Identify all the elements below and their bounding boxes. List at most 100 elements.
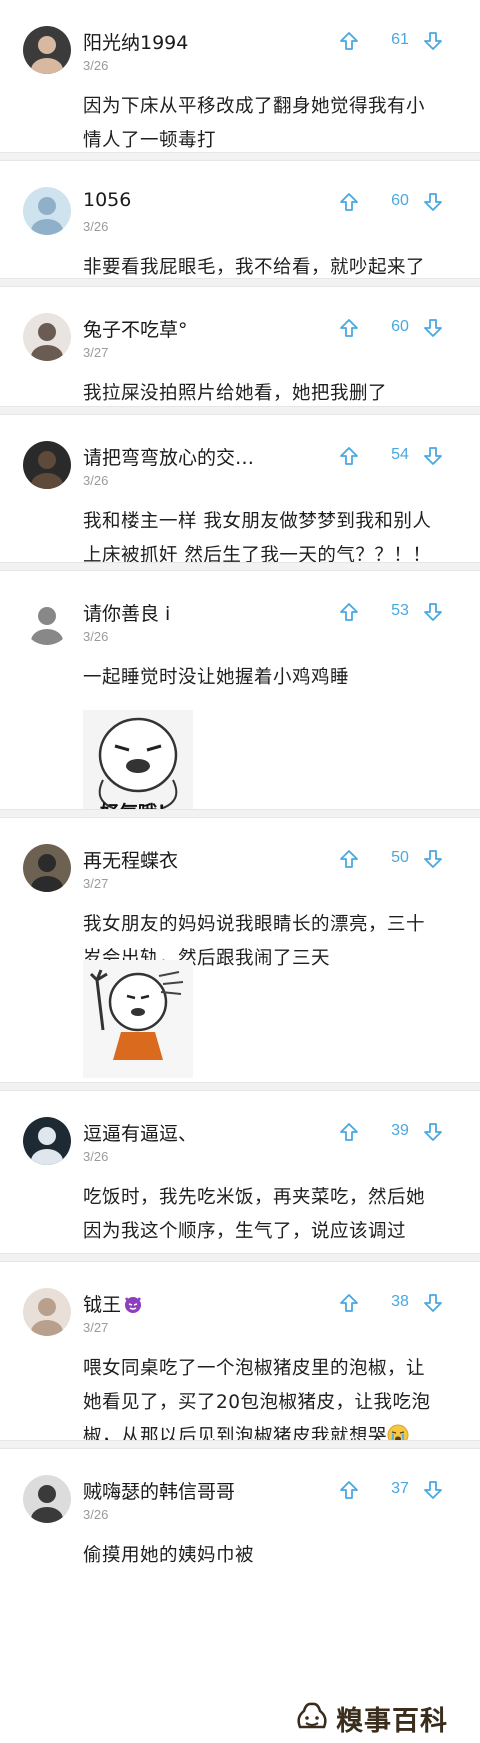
vote-controls: 37 (338, 1479, 448, 1503)
comment-date: 3/26 (83, 58, 109, 73)
vote-controls: 60 (338, 191, 448, 215)
comment-item: 兔子不吃草° 3/27 60 我拉屎没拍照片给她看，她把我删了 (0, 287, 480, 406)
username-text: 钺王 (83, 1294, 122, 1316)
comment-date: 3/26 (83, 1507, 109, 1522)
comment-text: 偷摸用她的姨妈巾被 (83, 1539, 455, 1573)
comment-separator (0, 809, 480, 818)
comment-text-span: 偷摸用她的姨妈巾被 (83, 1545, 255, 1566)
comment-text-span: 情人了一顿毒打 (83, 130, 217, 151)
downvote-arrow-icon[interactable] (422, 848, 444, 870)
comment-text: 喂女同桌吃了一个泡椒猪皮里的泡椒，让 她看见了，买了20包泡椒猪皮，让我吃泡 椒，从… (83, 1352, 455, 1454)
upvote-arrow-icon[interactable] (338, 1121, 360, 1143)
comment-date: 3/26 (83, 219, 109, 234)
comment-item: 逗逼有逼逗、 3/26 39 吃饭时，我先吃米饭，再夹菜吃，然后她 因为我这个顺序，生气… (0, 1091, 480, 1276)
username-text: 请你善良 i (83, 603, 171, 625)
comment-text-line: 吃饭时，我先吃米饭，再夹菜吃，然后她 (83, 1181, 455, 1215)
avatar[interactable] (23, 441, 71, 489)
username-text: 请把弯弯放心的交… (83, 447, 255, 469)
comment-text-line: 她看见了，买了20包泡椒猪皮，让我吃泡 (83, 1386, 455, 1420)
username[interactable]: 钺王 (83, 1290, 143, 1317)
avatar[interactable] (23, 1475, 71, 1523)
avatar[interactable] (23, 844, 71, 892)
upvote-arrow-icon[interactable] (338, 601, 360, 623)
avatar[interactable] (23, 187, 71, 235)
avatar[interactable] (23, 26, 71, 74)
vote-count: 37 (391, 1480, 409, 1497)
avatar[interactable] (23, 1288, 71, 1336)
comment-separator (0, 1082, 480, 1091)
downvote-arrow-icon[interactable] (422, 445, 444, 467)
username-text: 逗逼有逼逗、 (83, 1123, 198, 1145)
upvote-arrow-icon[interactable] (338, 317, 360, 339)
comment-item: 请把弯弯放心的交… 3/26 54 我和楼主一样 我女朋友做梦梦到我和别人 上床被抓奸 … (0, 415, 480, 566)
comment-text-line: 偷摸用她的姨妈巾被 (83, 1539, 455, 1573)
upvote-arrow-icon[interactable] (338, 30, 360, 52)
comment-date: 3/26 (83, 629, 109, 644)
comment-text-span: 吃饭时，我先吃米饭，再夹菜吃，然后她 (83, 1187, 426, 1208)
vote-controls: 61 (338, 30, 448, 54)
upvote-arrow-icon[interactable] (338, 1292, 360, 1314)
username-text: 兔子不吃草° (83, 319, 188, 341)
avatar[interactable] (23, 597, 71, 645)
username[interactable]: 再无程蝶衣 (83, 846, 178, 873)
vote-count: 38 (391, 1293, 409, 1310)
downvote-arrow-icon[interactable] (422, 1292, 444, 1314)
downvote-arrow-icon[interactable] (422, 191, 444, 213)
comment-date: 3/27 (83, 876, 109, 891)
comment-separator (0, 278, 480, 287)
vote-count: 61 (391, 31, 409, 48)
upvote-arrow-icon[interactable] (338, 445, 360, 467)
comment-text-line: 我女朋友的妈妈说我眼睛长的漂亮，三十 (83, 908, 455, 942)
username-text: 再无程蝶衣 (83, 850, 179, 872)
username[interactable]: 请把弯弯放心的交… (83, 443, 254, 470)
avatar[interactable] (23, 313, 71, 361)
comment-separator (0, 1440, 480, 1449)
comment-separator (0, 152, 480, 161)
comment-text: 一起睡觉时没让她握着小鸡鸡睡 (83, 661, 455, 695)
username[interactable]: 1056 (83, 189, 131, 211)
comment-text-line: 因为我这个顺序，生气了，说应该调过 (83, 1215, 455, 1249)
raised-hand-sticker (83, 960, 193, 1078)
username[interactable]: 兔子不吃草° (83, 315, 188, 342)
vote-controls: 60 (338, 317, 448, 341)
comment-item: 钺王 3/27 38 喂女同桌吃了一个泡椒猪皮里的泡椒，让她看见了，买了20包泡椒猪皮… (0, 1262, 480, 1447)
upvote-arrow-icon[interactable] (338, 1479, 360, 1501)
comment-feed: 阳光纳1994 3/26 61 因为下床从平移改成了翻身她觉得我有小情人了一顿毒打 10… (0, 0, 480, 1743)
downvote-arrow-icon[interactable] (422, 30, 444, 52)
vote-count: 60 (391, 318, 409, 335)
comment-text-line: 因为下床从平移改成了翻身她觉得我有小 (83, 90, 455, 124)
downvote-arrow-icon[interactable] (422, 317, 444, 339)
vote-count: 53 (391, 602, 409, 619)
username[interactable]: 阳光纳1994 (83, 28, 188, 55)
username-text: 1056 (83, 189, 132, 211)
upvote-arrow-icon[interactable] (338, 848, 360, 870)
username[interactable]: 请你善良 i (83, 599, 170, 626)
comment-text-line: 喂女同桌吃了一个泡椒猪皮里的泡椒，让 (83, 1352, 455, 1386)
comment-date: 3/26 (83, 473, 109, 488)
vote-controls: 50 (338, 848, 448, 872)
vote-count: 50 (391, 849, 409, 866)
comment-separator (0, 406, 480, 415)
vote-count: 60 (391, 192, 409, 209)
comment-separator (0, 562, 480, 571)
comment-item: 请你善良 i3/2653一起睡觉时没让她握着小鸡鸡睡 好气哦！ (0, 571, 480, 828)
avatar[interactable] (23, 1117, 71, 1165)
comment-item: 阳光纳1994 3/26 61 因为下床从平移改成了翻身她觉得我有小情人了一顿毒打 (0, 0, 480, 152)
comment-text-span: 我女朋友的妈妈说我眼睛长的漂亮，三十 (83, 914, 426, 935)
comment-text-span: 我拉屎没拍照片给她看，她把我删了 (83, 383, 388, 404)
username-text: 贼嗨瑟的韩信哥哥 (83, 1481, 236, 1503)
comment-text-span: 我和楼主一样 我女朋友做梦梦到我和别人 (83, 511, 432, 532)
comment-text-span: 非要看我屁眼毛，我不给看，就吵起来了 (83, 257, 426, 278)
comment-text-span: 她看见了，买了20包泡椒猪皮，让我吃泡 (83, 1392, 431, 1413)
vote-count: 54 (391, 446, 409, 463)
downvote-arrow-icon[interactable] (422, 601, 444, 623)
username[interactable]: 逗逼有逼逗、 (83, 1119, 197, 1146)
downvote-arrow-icon[interactable] (422, 1121, 444, 1143)
comment-item: 1056 3/26 60 非要看我屁眼毛，我不给看，就吵起来了 (0, 161, 480, 278)
upvote-arrow-icon[interactable] (338, 191, 360, 213)
username[interactable]: 贼嗨瑟的韩信哥哥 (83, 1477, 235, 1504)
vote-controls: 53 (338, 601, 448, 625)
comment-date: 3/27 (83, 1320, 109, 1335)
downvote-arrow-icon[interactable] (422, 1479, 444, 1501)
vote-controls: 38 (338, 1292, 448, 1316)
